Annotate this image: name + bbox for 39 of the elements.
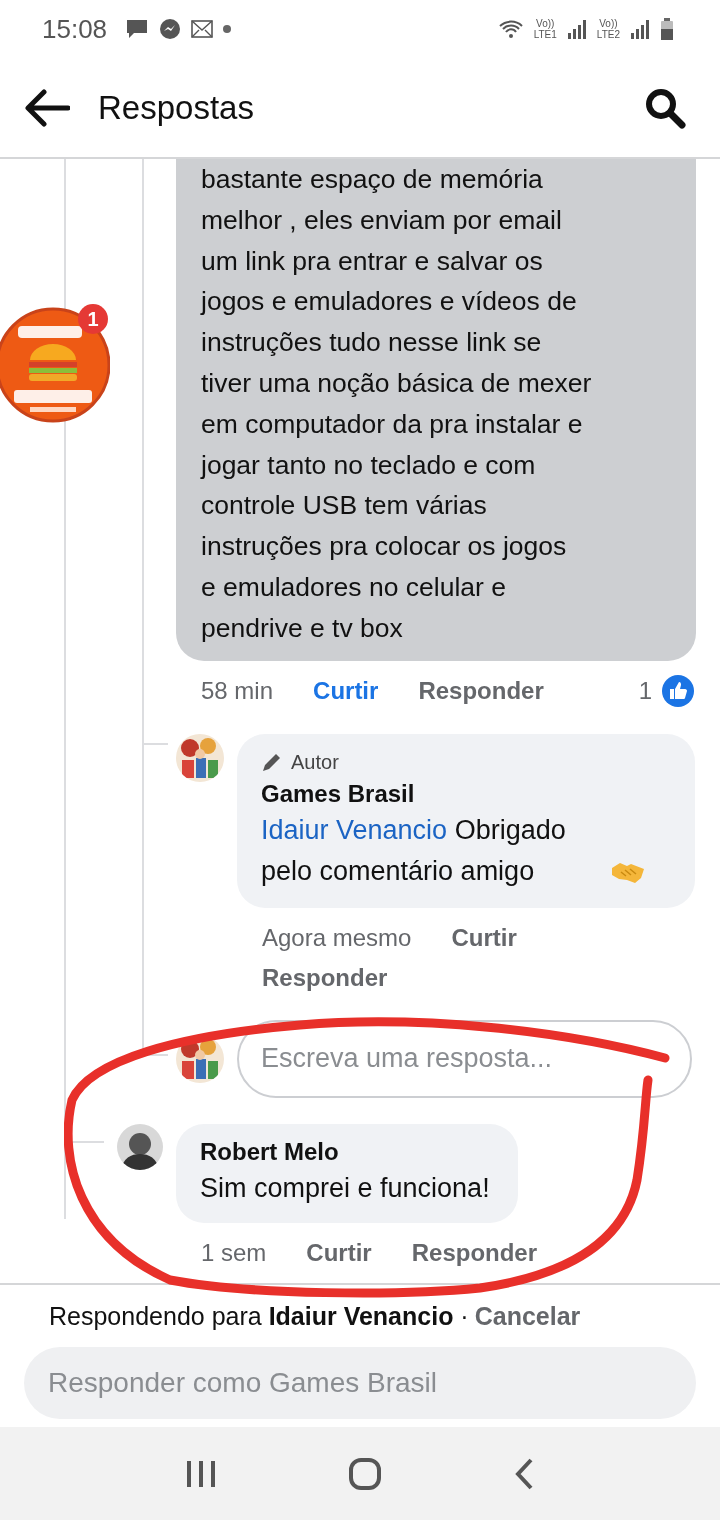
comment-text: bastante espaço de memória melhor , eles enviam por email um link pra entrar e salvar os jogos e emuladores e vídeos de instruções tudo nesse link se tiver uma noção básica de mexer em computador da pra instalar e jogar tanto no teclado e com controle USB tem várias instruções pra colocar os jogos e emuladores no celular e pendrive e tv box xyxy=(201,163,593,645)
battery-icon xyxy=(660,18,674,40)
reply-time: 1 sem xyxy=(201,1238,267,1267)
reply-text: Sim comprei e funciona! xyxy=(200,1171,490,1205)
signal-icon xyxy=(566,19,587,39)
replying-to-text: Respondendo para Idaiur Venancio · xyxy=(49,1301,469,1331)
reply-input-field[interactable]: Responder como Games Brasil xyxy=(24,1347,696,1419)
back-arrow-icon[interactable] xyxy=(24,88,70,127)
reply-link[interactable]: Responder xyxy=(262,957,388,998)
like-link[interactable]: Curtir xyxy=(306,1238,372,1267)
mail-icon xyxy=(191,20,214,38)
search-icon[interactable] xyxy=(644,86,686,129)
dot-icon xyxy=(223,25,232,33)
author-label: Autor xyxy=(291,751,339,775)
author-name[interactable]: Robert Melo xyxy=(200,1135,490,1168)
reply-time: Agora mesmo xyxy=(262,922,412,953)
signal-icon xyxy=(630,19,650,39)
author-name[interactable]: Games Brasil xyxy=(261,777,675,810)
wifi-icon xyxy=(497,18,524,40)
sim-label: Vo)) LTE1 xyxy=(533,18,557,40)
status-time: 15:08 xyxy=(42,13,108,45)
like-reaction-icon xyxy=(662,674,694,707)
like-link[interactable]: Curtir xyxy=(451,917,517,958)
sim-label: Vo)) LTE2 xyxy=(596,18,620,40)
messenger-icon xyxy=(159,18,182,40)
mention-link[interactable]: Idaiur Venancio xyxy=(261,814,448,845)
comment-time: 58 min xyxy=(201,676,274,705)
reply-text: Idaiur Venancio Obrigado pelo comentário amigo xyxy=(261,813,567,888)
cancel-link[interactable]: Cancelar xyxy=(474,1301,581,1331)
recent-apps-icon[interactable] xyxy=(185,1458,218,1489)
like-link[interactable]: Curtir xyxy=(313,676,379,705)
reply-link[interactable]: Responder xyxy=(418,676,544,705)
notification-badge: 1 xyxy=(78,304,108,334)
reply-link[interactable]: Responder xyxy=(411,1238,538,1267)
pencil-icon xyxy=(261,752,281,773)
page-title: Respostas xyxy=(98,88,255,127)
reaction-count: 1 xyxy=(638,676,652,705)
home-icon[interactable] xyxy=(348,1456,382,1491)
chat-icon xyxy=(125,18,150,40)
